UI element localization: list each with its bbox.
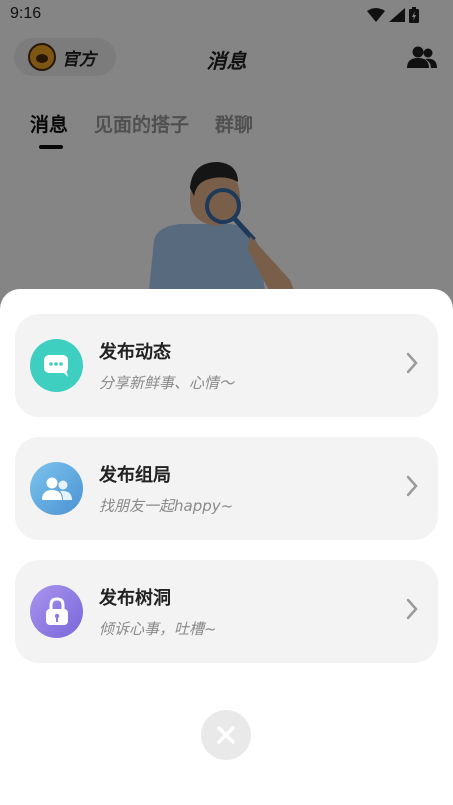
lock-icon xyxy=(30,585,83,638)
publish-sheet: 发布动态 分享新鲜事、心情～ 发布组局 找朋友一起happy~ 发布树洞 倾诉心… xyxy=(0,289,453,805)
chevron-right-icon xyxy=(406,598,418,620)
publish-meetup-option[interactable]: 发布组局 找朋友一起happy~ xyxy=(15,437,438,540)
close-button[interactable] xyxy=(201,710,251,760)
chevron-right-icon xyxy=(406,352,418,374)
option-title: 发布组局 xyxy=(99,465,171,486)
option-subtitle: 倾诉心事，吐槽~ xyxy=(99,620,217,638)
publish-treehole-option[interactable]: 发布树洞 倾诉心事，吐槽~ xyxy=(15,560,438,663)
close-icon xyxy=(217,726,235,744)
option-title: 发布动态 xyxy=(99,342,171,363)
option-subtitle: 分享新鲜事、心情～ xyxy=(99,374,235,392)
chevron-right-icon xyxy=(406,475,418,497)
group-people-icon xyxy=(30,462,83,515)
option-title: 发布树洞 xyxy=(99,588,171,609)
option-subtitle: 找朋友一起happy~ xyxy=(99,497,234,515)
publish-moment-option[interactable]: 发布动态 分享新鲜事、心情～ xyxy=(15,314,438,417)
chat-bubble-icon xyxy=(30,339,83,392)
